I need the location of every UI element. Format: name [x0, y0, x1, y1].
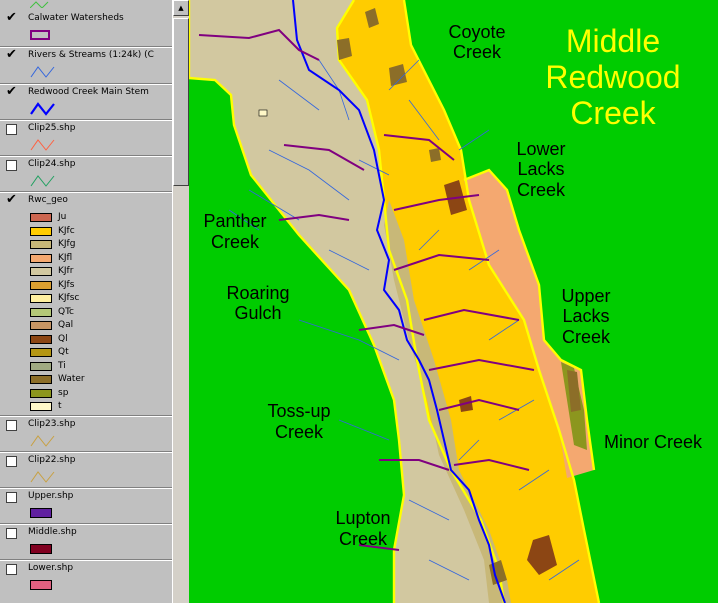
legend-class-label: KJfs — [58, 279, 75, 290]
layer-name: Lower.shp — [28, 563, 74, 573]
legend-class-label: KJfg — [58, 239, 76, 249]
layer-visibility-checkbox[interactable]: ✔ — [6, 192, 17, 207]
line-symbol-icon — [30, 102, 55, 116]
layer-name: Rivers & Streams (1:24k) (C — [28, 50, 154, 60]
polygon-symbol-icon — [30, 30, 50, 40]
layer-separator — [0, 155, 172, 157]
layer-visibility-checkbox[interactable] — [6, 420, 17, 431]
layer-separator — [0, 119, 172, 121]
legend-swatch — [30, 402, 52, 411]
legend-class-label: Water — [58, 374, 85, 384]
legend-swatch — [30, 361, 52, 371]
layer-name: Redwood Creek Main Stem — [28, 87, 149, 97]
layer-separator — [0, 83, 172, 85]
layer-visibility-checkbox[interactable] — [6, 528, 17, 539]
checkmark-icon: ✔ — [6, 84, 17, 99]
legend-swatch — [30, 253, 52, 263]
legend-class-label: KJfr — [58, 266, 74, 276]
toc-scrollbar[interactable]: ▲ — [172, 0, 189, 603]
legend-swatch — [30, 280, 52, 290]
line-symbol-icon — [30, 175, 55, 187]
layer-separator — [0, 523, 172, 525]
legend-swatch — [30, 307, 52, 317]
line-symbol-icon — [30, 139, 55, 151]
legend-class-label: Ju — [58, 212, 67, 222]
legend-swatch — [30, 226, 52, 236]
layer-separator — [0, 451, 172, 453]
map-view[interactable]: Coyote Creek Middle Redwood Creek Lower Lack… — [189, 0, 718, 603]
legend-swatch — [30, 348, 52, 357]
label-upper-lacks-creek: Upper Lacks Creek — [561, 286, 611, 347]
layer-name: Middle.shp — [28, 527, 77, 537]
line-symbol-icon — [30, 1, 49, 8]
label-panther-creek: Panther Creek — [203, 211, 266, 252]
scroll-thumb[interactable] — [173, 18, 189, 186]
fill-symbol-icon — [30, 580, 52, 590]
table-of-contents: ✔ Calwater Watersheds ✔ Rivers & Streams (1… — [0, 0, 172, 603]
legend-class-label: KJfsc — [58, 293, 80, 303]
label-tossup-creek: Toss-up Creek — [267, 401, 330, 442]
layer-separator — [0, 487, 172, 489]
legend-class-label: sp — [58, 387, 69, 398]
checkmark-icon: ✔ — [6, 10, 17, 25]
legend-class-label: QTc — [58, 306, 75, 317]
legend-class-label: t — [58, 401, 62, 411]
layer-visibility-checkbox[interactable]: ✔ — [6, 84, 17, 99]
legend-class-label: KJfl — [58, 252, 73, 263]
layer-name: Calwater Watersheds — [28, 13, 124, 23]
legend-swatch — [30, 321, 52, 330]
checkmark-icon: ✔ — [6, 47, 17, 62]
layer-visibility-checkbox[interactable]: ✔ — [6, 10, 17, 25]
layer-name: Rwc_geo — [28, 195, 68, 205]
fill-symbol-icon — [30, 544, 52, 554]
layer-name: Clip25.shp — [28, 123, 76, 133]
layer-separator — [0, 46, 172, 48]
legend-swatch — [30, 294, 52, 303]
layer-visibility-checkbox[interactable] — [6, 456, 17, 467]
layer-separator — [0, 559, 172, 561]
legend-class-label: Qt — [58, 347, 69, 357]
layer-visibility-checkbox[interactable]: ✔ — [6, 47, 17, 62]
layer-name: Clip22.shp — [28, 455, 76, 465]
layer-name: Clip23.shp — [28, 419, 76, 429]
line-symbol-icon — [30, 471, 55, 483]
layer-name: Upper.shp — [28, 491, 74, 501]
legend-swatch — [30, 334, 52, 344]
legend-swatch — [30, 267, 52, 276]
layer-visibility-checkbox[interactable] — [6, 492, 17, 503]
label-middle-redwood-creek: Middle Redwood Creek — [545, 23, 680, 131]
label-roaring-gulch: Roaring Gulch — [226, 283, 289, 323]
legend-class-label: Qal — [58, 320, 74, 330]
layer-visibility-checkbox[interactable] — [6, 160, 17, 171]
layer-visibility-checkbox[interactable] — [6, 564, 17, 575]
label-coyote-creek: Coyote Creek — [448, 22, 505, 62]
map-canvas: Coyote Creek Middle Redwood Creek Lower Lack… — [189, 0, 703, 603]
legend-swatch — [30, 213, 52, 222]
legend-class-label: Ti — [58, 360, 66, 371]
fill-symbol-icon — [30, 508, 52, 518]
layer-visibility-checkbox[interactable] — [6, 124, 17, 135]
legend-class-label: KJfc — [58, 225, 75, 236]
layer-separator — [0, 415, 172, 417]
line-symbol-icon — [30, 435, 55, 447]
arrow-up-icon: ▲ — [178, 3, 184, 12]
layer-separator — [0, 191, 172, 193]
label-minor-creek: Minor Creek — [604, 432, 703, 452]
line-symbol-icon — [30, 66, 55, 78]
legend-swatch — [30, 388, 52, 398]
checkmark-icon: ✔ — [6, 192, 17, 207]
layer-name: Clip24.shp — [28, 159, 76, 169]
label-lower-lacks-creek: Lower Lacks Creek — [516, 139, 566, 200]
legend-swatch — [30, 375, 52, 384]
legend-swatch — [30, 240, 52, 249]
scroll-up-button[interactable]: ▲ — [173, 0, 189, 16]
label-lupton-creek: Lupton Creek — [335, 508, 390, 549]
legend-class-label: Ql — [58, 333, 68, 344]
